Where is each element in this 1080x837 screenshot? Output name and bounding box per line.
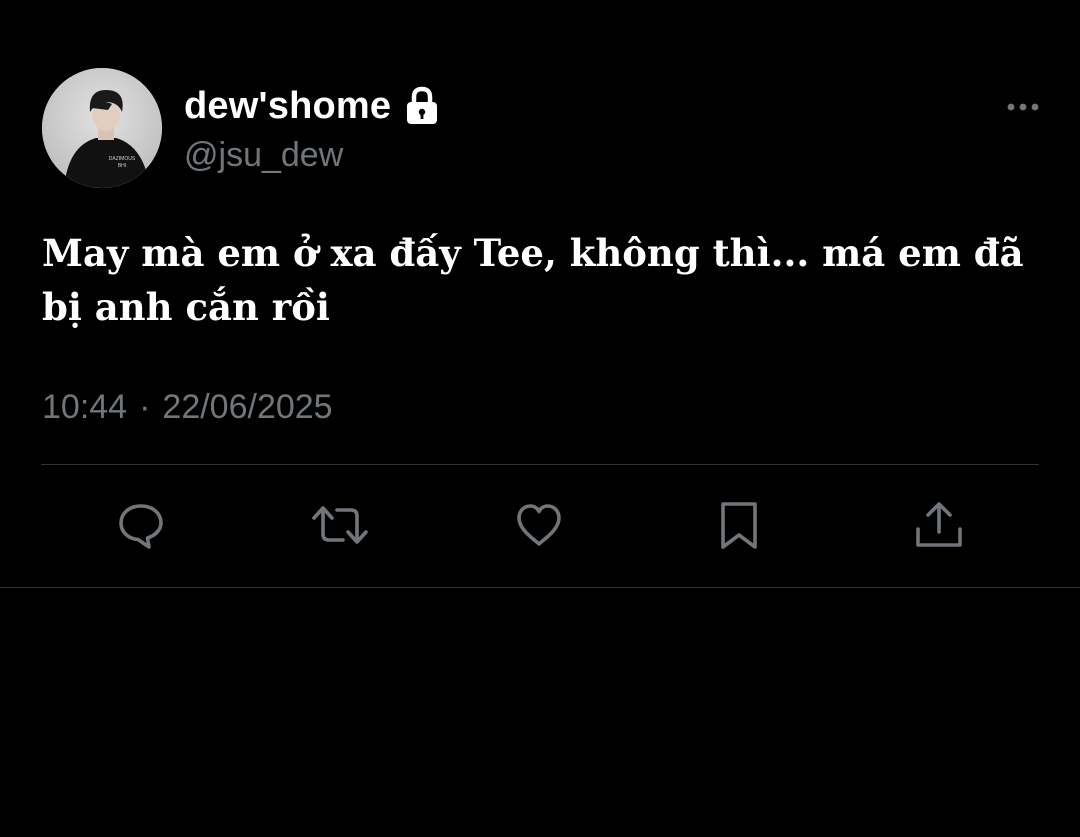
lock-icon — [405, 86, 439, 126]
like-button[interactable] — [510, 498, 568, 556]
avatar-photo: DAZIMOUS BHI — [42, 68, 162, 188]
tweet-bottom-border — [0, 587, 1080, 588]
author-name-row: dew'shome — [184, 84, 439, 128]
display-name[interactable]: dew'shome — [184, 85, 391, 128]
action-bar — [0, 498, 1080, 556]
bookmark-button[interactable] — [710, 498, 768, 556]
tweet-time: 10:44 — [42, 388, 128, 426]
bookmark-icon — [714, 499, 764, 556]
retweet-icon — [311, 500, 369, 555]
reply-button[interactable] — [112, 498, 170, 556]
timestamp-separator: · — [139, 388, 151, 426]
heart-icon — [514, 500, 564, 555]
tweet-timestamp[interactable]: 10:44 · 22/06/2025 — [42, 388, 333, 427]
divider — [41, 464, 1039, 465]
tweet-date: 22/06/2025 — [162, 388, 333, 426]
tweet: DAZIMOUS BHI dew'shome @jsu_dew May mà e… — [0, 0, 1080, 588]
avatar[interactable]: DAZIMOUS BHI — [42, 68, 162, 188]
share-button[interactable] — [910, 498, 968, 556]
avatar-shirt-text-1: DAZIMOUS — [109, 156, 136, 162]
more-options-icon[interactable] — [1002, 92, 1044, 122]
avatar-shirt-text-2: BHI — [118, 163, 126, 169]
tweet-text: May mà em ở xa đấy Tee, không thì... má … — [42, 231, 1024, 329]
share-icon — [913, 499, 965, 556]
retweet-button[interactable] — [311, 498, 369, 556]
comment-icon — [116, 500, 166, 555]
user-handle[interactable]: @jsu_dew — [184, 136, 343, 175]
